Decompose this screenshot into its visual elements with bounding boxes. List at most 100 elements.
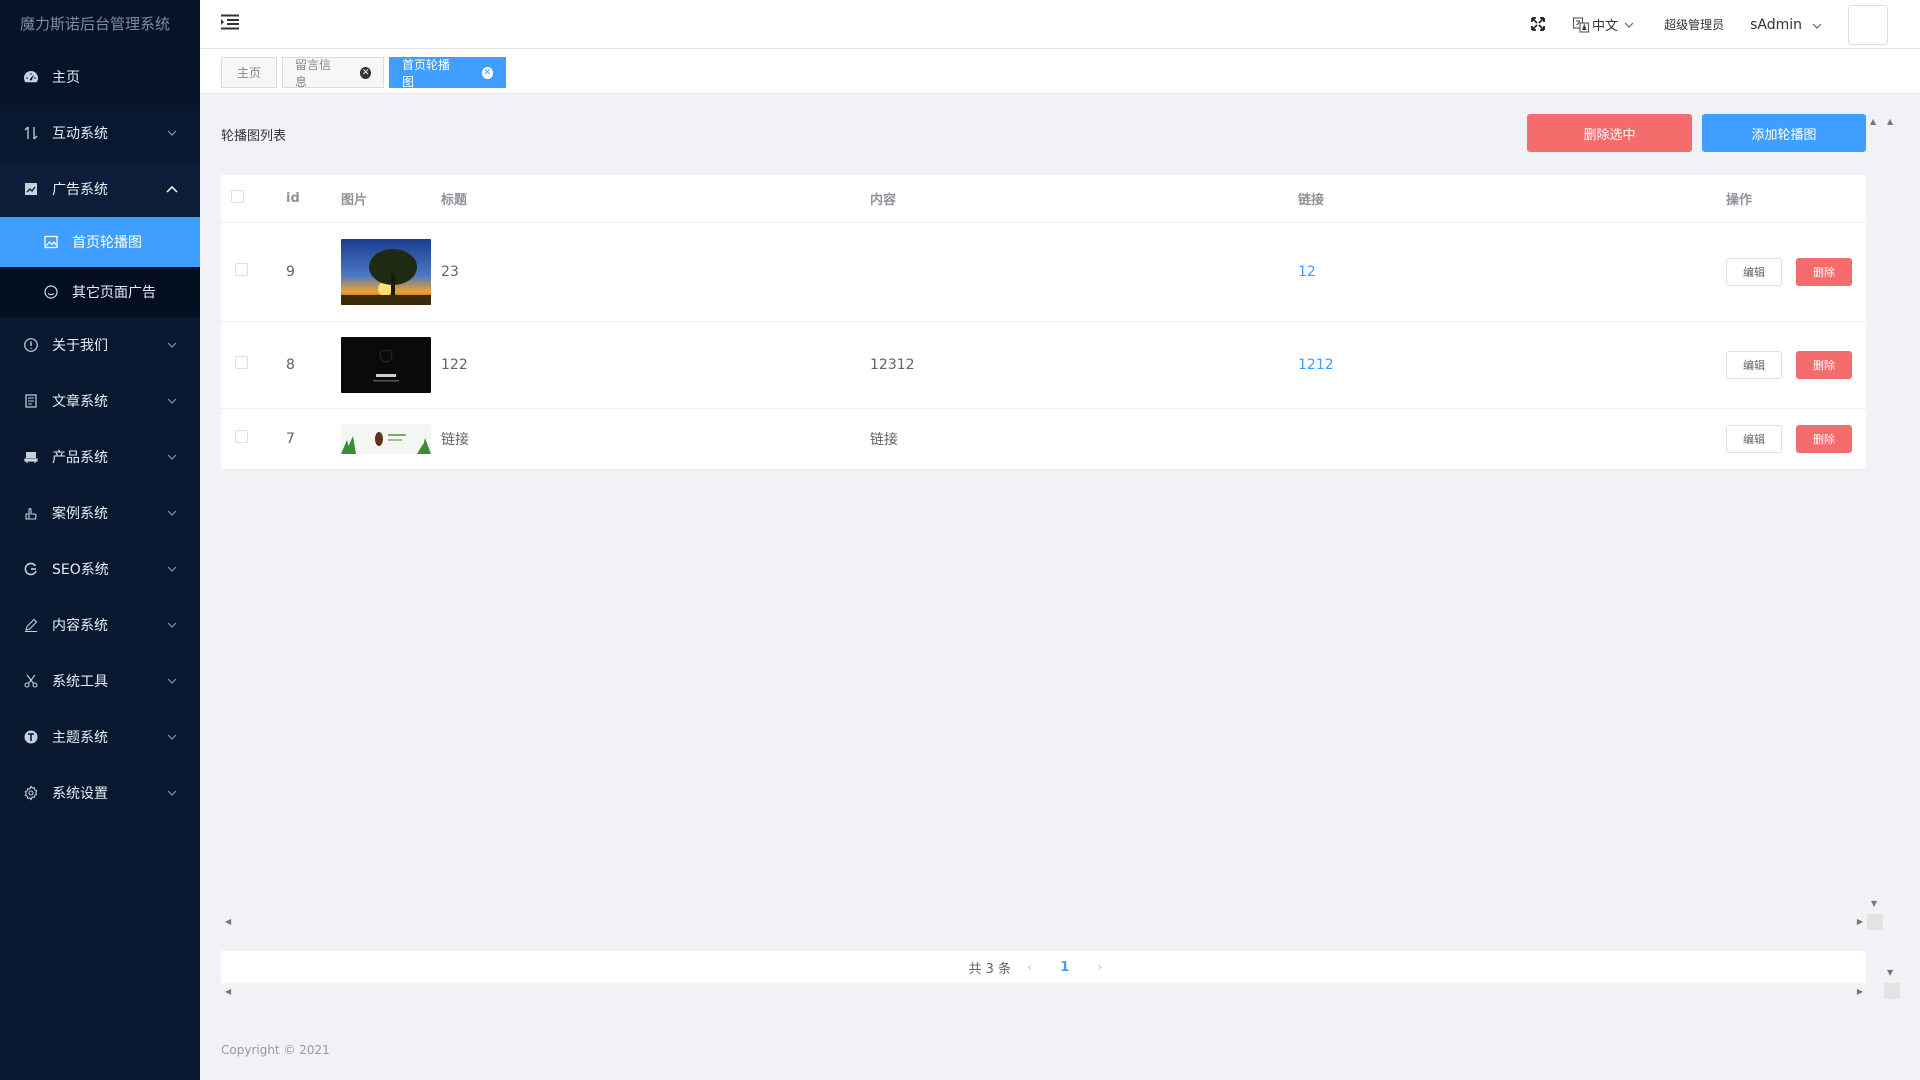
column-header-id: id (286, 175, 341, 223)
sidebar-subitem-label: 其它页面广告 (72, 285, 156, 301)
chevron-down-icon (166, 127, 178, 139)
theme-icon (22, 728, 40, 746)
language-label: 中文 (1592, 19, 1619, 34)
sidebar-item-content[interactable]: 内容系统 (0, 597, 200, 653)
scroll-up-arrow[interactable]: ▲ (1887, 117, 1893, 126)
sidebar-item-label: 系统设置 (52, 786, 108, 802)
column-header-link: 链接 (1298, 175, 1726, 223)
delete-button[interactable]: 删除 (1796, 424, 1852, 453)
user-dropdown[interactable]: sAdmin (1750, 17, 1822, 33)
tab-home-carousel[interactable]: 首页轮播图 ✕ (389, 57, 506, 89)
chevron-down-icon (166, 339, 178, 351)
chevron-down-icon (1624, 17, 1634, 32)
menu-toggle-icon[interactable] (220, 14, 242, 34)
edit-icon (22, 616, 40, 634)
next-page-icon[interactable]: › (1097, 960, 1102, 975)
edit-button[interactable]: 编辑 (1726, 257, 1782, 286)
sidebar-item-interaction[interactable]: 互动系统 (0, 105, 200, 161)
sidebar-item-label: SEO系统 (52, 562, 109, 578)
row-content: 12312 (870, 321, 1298, 409)
delete-selected-button[interactable]: 删除选中 (1527, 114, 1692, 152)
sidebar-item-themes[interactable]: 主题系统 (0, 709, 200, 765)
sidebar-item-seo[interactable]: SEO系统 (0, 541, 200, 597)
fullscreen-icon[interactable] (1530, 16, 1548, 34)
prev-page-icon[interactable]: ‹ (1027, 960, 1032, 975)
sidebar-subitem-other-ads[interactable]: 其它页面广告 (0, 267, 200, 317)
row-title: 23 (441, 222, 870, 322)
sidebar-item-tools[interactable]: 系统工具 (0, 653, 200, 709)
row-id: 9 (286, 222, 341, 322)
hand-icon (22, 504, 40, 522)
chevron-up-icon (166, 183, 178, 195)
sidebar-item-label: 关于我们 (52, 338, 108, 354)
close-icon[interactable]: ✕ (360, 66, 371, 79)
sidebar-item-label: 案例系统 (52, 506, 108, 522)
sidebar-item-articles[interactable]: 文章系统 (0, 373, 200, 429)
scrollbar-corner (1867, 914, 1883, 930)
sidebar-item-products[interactable]: 产品系统 (0, 429, 200, 485)
delete-button[interactable]: 删除 (1796, 350, 1852, 379)
row-id: 8 (286, 321, 341, 409)
gear-icon (22, 784, 40, 802)
smile-icon (42, 283, 60, 301)
chart-icon (22, 180, 40, 198)
list-title: 轮播图列表 (221, 129, 287, 144)
column-header-content: 内容 (870, 175, 1298, 223)
sidebar-item-settings[interactable]: 系统设置 (0, 765, 200, 821)
table-header-row: id 图片 标题 内容 链接 操作 (221, 175, 1866, 223)
chevron-down-icon (166, 675, 178, 687)
scroll-down-arrow[interactable]: ▼ (1871, 899, 1877, 908)
tab-label: 留言信息 (295, 57, 332, 89)
chevron-down-icon (1812, 17, 1822, 33)
row-title: 122 (441, 321, 870, 409)
column-header-image: 图片 (341, 175, 441, 223)
sidebar-item-label: 互动系统 (52, 126, 108, 142)
username: sAdmin (1750, 16, 1802, 33)
close-icon[interactable]: ✕ (481, 66, 493, 79)
tab-label: 主页 (236, 66, 261, 80)
row-title: 链接 (441, 408, 870, 470)
tab-home[interactable]: 主页 (221, 57, 277, 88)
sidebar-item-about[interactable]: 关于我们 (0, 317, 200, 373)
row-checkbox[interactable] (235, 263, 248, 276)
scroll-down-arrow[interactable]: ▼ (1887, 968, 1893, 977)
delete-button[interactable]: 删除 (1796, 257, 1852, 286)
dashboard-icon (22, 68, 40, 86)
row-link[interactable]: 1212 (1298, 357, 1334, 373)
interact-icon (22, 124, 40, 142)
scrollbar-corner (1884, 983, 1900, 999)
chevron-down-icon (166, 619, 178, 631)
scroll-up-arrow[interactable]: ▲ (1870, 117, 1876, 126)
sidebar-item-label: 产品系统 (52, 450, 108, 466)
row-checkbox[interactable] (235, 430, 248, 443)
row-checkbox[interactable] (235, 356, 248, 369)
chevron-down-icon (166, 395, 178, 407)
tab-label: 首页轮播图 (402, 57, 451, 89)
table-row: 7 链接 链接 编辑 删除 (221, 408, 1866, 470)
row-link[interactable]: 12 (1298, 264, 1316, 280)
horizontal-scrollbar[interactable]: ◀ ▶ (221, 917, 1867, 929)
sidebar-item-home[interactable]: 主页 (0, 49, 200, 105)
sidebar-item-label: 主页 (52, 70, 80, 86)
sidebar-item-label: 主题系统 (52, 730, 108, 746)
select-all-checkbox[interactable] (231, 189, 244, 203)
tab-messages[interactable]: 留言信息 ✕ (282, 57, 384, 89)
seo-icon (22, 560, 40, 578)
sidebar-subitem-home-carousel[interactable]: 首页轮播图 (0, 217, 200, 267)
horizontal-scrollbar[interactable]: ◀ ▶ (221, 987, 1867, 999)
carousel-table: id 图片 标题 内容 链接 操作 9 23 12 编辑 删除 8 122 12… (221, 175, 1866, 470)
document-icon (22, 392, 40, 410)
avatar[interactable] (1848, 4, 1888, 45)
table-row: 9 23 12 编辑 删除 (221, 222, 1866, 322)
page-number[interactable]: 1 (1060, 960, 1069, 975)
edit-button[interactable]: 编辑 (1726, 350, 1782, 379)
sidebar-item-cases[interactable]: 案例系统 (0, 485, 200, 541)
edit-button[interactable]: 编辑 (1726, 424, 1782, 453)
sidebar-item-label: 广告系统 (52, 182, 108, 198)
sidebar-item-ads[interactable]: 广告系统 (0, 161, 200, 217)
pagination: 共 3 条 ‹ 1 › (221, 951, 1866, 983)
chevron-down-icon (166, 507, 178, 519)
row-id: 7 (286, 408, 341, 470)
language-switch[interactable]: 中文 (1572, 15, 1634, 34)
add-carousel-button[interactable]: 添加轮播图 (1702, 114, 1866, 152)
